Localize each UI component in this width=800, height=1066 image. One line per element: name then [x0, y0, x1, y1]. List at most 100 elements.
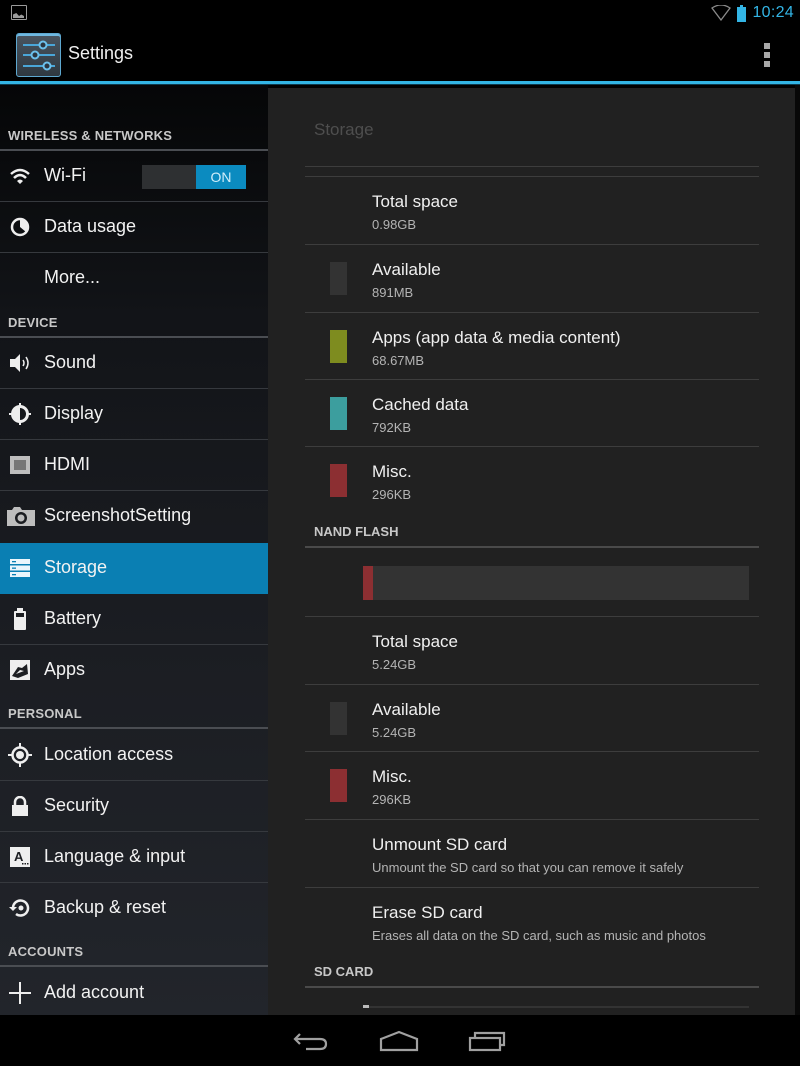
row-title: Total space: [372, 632, 458, 651]
hdmi-icon: [8, 453, 32, 477]
unmount-sd-card-button[interactable]: Unmount SD card Unmount the SD card so t…: [305, 820, 759, 887]
section-label: ACCOUNTS: [8, 944, 84, 959]
row-value: 68.67MB: [372, 353, 425, 368]
section-header-device: DEVICE: [0, 302, 268, 338]
sidebar-item-label: Wi-Fi: [44, 165, 86, 185]
location-icon: [8, 743, 32, 767]
sidebar-item-screenshot[interactable]: ScreenshotSetting: [0, 491, 268, 542]
row-value: 296KB: [372, 792, 412, 807]
sidebar-item-label: Add account: [44, 982, 145, 1002]
notification-image-icon: [11, 5, 27, 20]
recent-apps-icon: [468, 1031, 506, 1052]
sidebar-item-more[interactable]: More...: [0, 253, 268, 304]
system-nav-bar: [0, 1015, 800, 1066]
overflow-menu-icon[interactable]: [764, 43, 772, 67]
nand-row-misc[interactable]: Misc. 296KB: [305, 752, 759, 819]
divider: [305, 986, 759, 988]
apps-icon: [8, 658, 32, 682]
nand-usage-bar: [363, 566, 749, 600]
back-button[interactable]: [286, 1025, 336, 1057]
svg-text:A: A: [14, 849, 24, 864]
erase-sd-card-button[interactable]: Erase SD card Erases all data on the SD …: [305, 888, 759, 955]
settings-sliders-icon[interactable]: [16, 33, 61, 77]
section-header-sd-card: SD CARD: [305, 957, 759, 987]
row-title: Available: [372, 260, 441, 279]
section-header-accounts: ACCOUNTS: [0, 931, 268, 967]
sidebar-item-security[interactable]: Security: [0, 781, 268, 832]
sidebar-item-battery[interactable]: Battery: [0, 594, 268, 645]
sidebar-item-sound[interactable]: Sound: [0, 338, 268, 389]
row-value: 0.98GB: [372, 217, 417, 232]
row-title: Misc.: [372, 767, 412, 786]
brightness-icon: [8, 402, 32, 426]
nand-row-available: Available 5.24GB: [305, 685, 759, 752]
sidebar-item-label: Backup & reset: [44, 897, 167, 917]
sidebar-item-apps[interactable]: Apps: [0, 645, 268, 696]
sidebar-item-location[interactable]: Location access: [0, 730, 268, 781]
toggle-state: ON: [196, 165, 246, 189]
recent-apps-button[interactable]: [462, 1025, 512, 1057]
sidebar-item-label: Location access: [44, 744, 174, 764]
data-usage-icon: [8, 215, 32, 239]
sidebar-item-label: Data usage: [44, 216, 137, 236]
row-title: Total space: [372, 192, 458, 211]
sidebar-item-label: Language & input: [44, 846, 186, 866]
language-icon: A: [8, 845, 32, 869]
row-value: 5.24GB: [372, 657, 417, 672]
row-title: Apps (app data & media content): [372, 328, 621, 347]
sidebar-item-display[interactable]: Display: [0, 389, 268, 440]
settings-sidebar: WIRELESS & NETWORKS Wi-Fi ON Data usage …: [0, 85, 268, 1015]
home-button[interactable]: [374, 1025, 424, 1057]
sidebar-item-label: Display: [44, 403, 104, 423]
sidebar-item-label: Apps: [44, 659, 86, 679]
status-icons: 10:24: [711, 2, 794, 24]
storage-row-apps[interactable]: Apps (app data & media content) 68.67MB: [305, 313, 759, 380]
section-header-wireless: WIRELESS & NETWORKS: [0, 115, 268, 151]
row-subtitle: Erases all data on the SD card, such as …: [372, 928, 706, 943]
sidebar-item-label: ScreenshotSetting: [44, 505, 192, 525]
lock-icon: [8, 794, 32, 818]
storage-panel: Storage Total space 0.98GB Available 891…: [268, 88, 795, 1015]
home-icon: [379, 1030, 419, 1052]
back-icon: [293, 1033, 328, 1051]
storage-row-available: Available 891MB: [305, 245, 759, 312]
row-value: 5.24GB: [372, 725, 417, 740]
wifi-toggle[interactable]: ON: [142, 165, 246, 189]
sidebar-item-language[interactable]: A Language & input: [0, 832, 268, 883]
backup-icon: [8, 896, 32, 920]
section-header-nand-flash: NAND FLASH: [305, 517, 759, 547]
section-label: WIRELESS & NETWORKS: [8, 128, 173, 143]
section-label: SD CARD: [314, 964, 374, 979]
status-bar: 10:24: [0, 0, 800, 26]
clock: 10:24: [752, 4, 794, 21]
row-title: Available: [372, 700, 441, 719]
divider: [305, 166, 759, 167]
storage-row-misc[interactable]: Misc. 296KB: [305, 447, 759, 514]
sidebar-item-label: More...: [44, 267, 101, 287]
sidebar-item-label: HDMI: [44, 454, 90, 474]
camera-icon: [6, 504, 36, 528]
wifi-icon: [711, 5, 732, 21]
color-swatch: [330, 397, 347, 430]
sidebar-item-label: Battery: [44, 608, 102, 628]
sidebar-item-label: Security: [44, 795, 110, 815]
section-label: DEVICE: [8, 315, 58, 330]
sidebar-item-add-account[interactable]: Add account: [0, 968, 268, 1019]
wifi-icon: [8, 164, 32, 188]
sidebar-item-label: Storage: [44, 557, 108, 577]
nand-row-total: Total space 5.24GB: [305, 617, 759, 684]
section-header-personal: PERSONAL: [0, 693, 268, 729]
sidebar-item-data-usage[interactable]: Data usage: [0, 202, 268, 253]
sidebar-item-storage[interactable]: Storage: [0, 543, 268, 594]
sidebar-item-backup[interactable]: Backup & reset: [0, 883, 268, 934]
color-swatch: [330, 330, 347, 363]
action-bar: Settings: [0, 26, 800, 83]
sidebar-item-hdmi[interactable]: HDMI: [0, 440, 268, 491]
storage-icon: [8, 556, 32, 580]
speaker-icon: [8, 351, 32, 375]
row-subtitle: Unmount the SD card so that you can remo…: [372, 860, 684, 875]
storage-row-cached[interactable]: Cached data 792KB: [305, 380, 759, 447]
sd-usage-bar: [363, 1005, 749, 1008]
sidebar-item-label: Sound: [44, 352, 97, 372]
sidebar-item-wifi[interactable]: Wi-Fi ON: [0, 151, 268, 202]
